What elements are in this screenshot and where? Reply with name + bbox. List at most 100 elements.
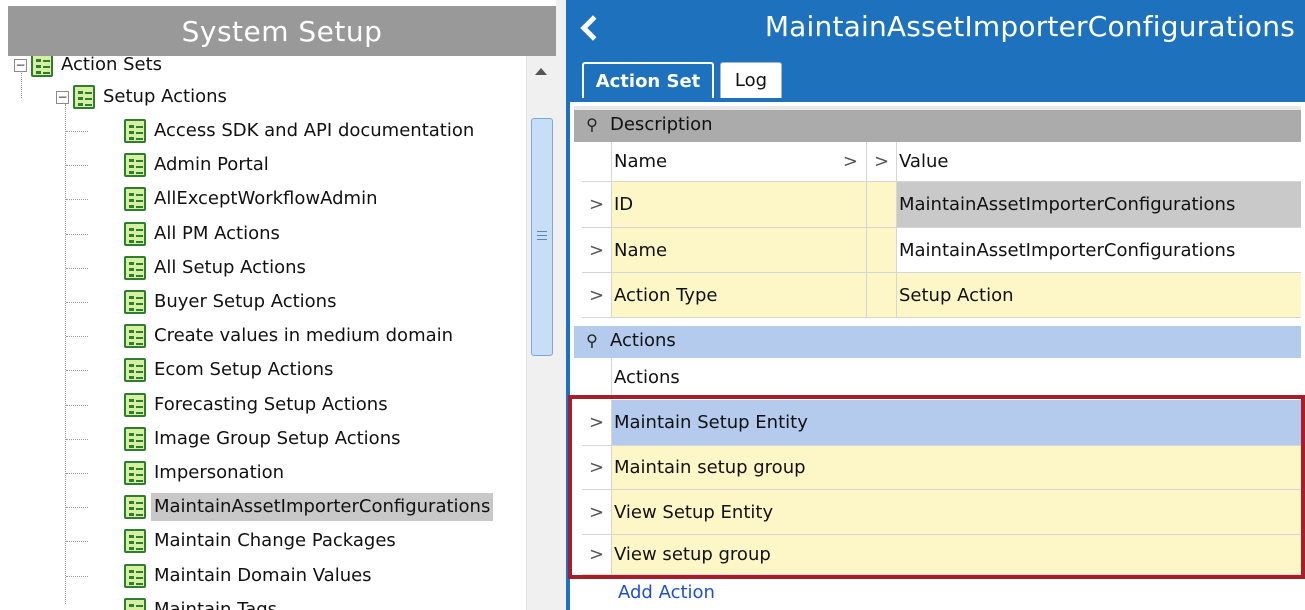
back-chevron-icon[interactable] <box>578 14 602 42</box>
chevron-right-icon[interactable]: > <box>582 273 612 317</box>
action-set-icon <box>124 187 146 211</box>
action-row[interactable]: > View Setup Entity <box>582 490 1301 535</box>
tree-item-label: Maintain Domain Values <box>154 565 372 586</box>
tab-log[interactable]: Log <box>720 62 782 98</box>
tree-connector <box>66 370 88 371</box>
tree-connector <box>66 234 88 235</box>
scroll-up-arrow-icon[interactable] <box>535 68 547 75</box>
scrollbar-thumb[interactable] <box>531 118 553 356</box>
action-row[interactable]: > View setup group <box>582 535 1301 575</box>
tree-item[interactable]: All PM Actions <box>124 219 283 249</box>
row-spacer <box>867 273 897 317</box>
action-label[interactable]: View Setup Entity <box>612 490 1301 534</box>
tree-item-label: Admin Portal <box>154 154 269 175</box>
tree-node-setup-actions[interactable]: − Setup Actions <box>56 82 230 112</box>
action-set-icon <box>124 153 146 177</box>
name-column-header[interactable]: Name > <box>612 142 867 181</box>
tree-connector <box>66 336 88 337</box>
action-set-icon <box>124 358 146 382</box>
pin-icon[interactable]: ⚲ <box>582 115 602 134</box>
actions-column-title[interactable]: Actions <box>612 358 1301 397</box>
chevron-right-icon[interactable]: > <box>867 142 897 181</box>
description-row-action-type[interactable]: > Action Type Setup Action <box>582 273 1301 318</box>
collapse-icon[interactable]: − <box>14 58 27 72</box>
tree-item[interactable]: Access SDK and API documentation <box>124 116 477 146</box>
tree-connector <box>65 104 66 604</box>
tree-connector <box>66 131 88 132</box>
row-value: MaintainAssetImporterConfigurations <box>897 182 1301 227</box>
add-action-link[interactable]: Add Action <box>618 582 715 603</box>
tree-item-label: All Setup Actions <box>154 257 306 278</box>
chevron-right-icon[interactable]: > <box>582 228 612 272</box>
pane-splitter[interactable] <box>556 0 566 610</box>
tree-item[interactable]: Maintain Tags <box>124 595 280 610</box>
action-set-icon <box>124 222 146 246</box>
row-name: ID <box>612 182 867 227</box>
actions-group-header[interactable]: ⚲ Actions <box>574 322 1301 358</box>
chevron-right-icon[interactable]: > <box>582 490 612 534</box>
description-group-header[interactable]: ⚲ Description <box>574 106 1301 142</box>
description-row-name[interactable]: > Name MaintainAssetImporterConfiguratio… <box>582 228 1301 273</box>
action-row[interactable]: > Maintain Setup Entity <box>582 400 1301 446</box>
tree-connector <box>66 473 88 474</box>
collapse-icon[interactable]: − <box>56 90 69 104</box>
action-set-icon <box>124 598 146 610</box>
tree-item[interactable]: Impersonation <box>124 458 287 488</box>
tree-item-label: Access SDK and API documentation <box>154 120 475 141</box>
action-set-icon <box>124 324 146 348</box>
tree-connector <box>66 302 88 303</box>
tree-scrollbar[interactable] <box>526 56 556 610</box>
row-indicator <box>582 142 612 181</box>
action-set-icon <box>31 53 53 77</box>
value-column-header[interactable]: Value <box>897 142 1301 181</box>
row-value[interactable]: MaintainAssetImporterConfigurations <box>897 228 1301 272</box>
action-set-icon <box>124 393 146 417</box>
tree-item-label: Image Group Setup Actions <box>154 428 401 449</box>
tree-connector <box>66 165 88 166</box>
tree-item[interactable]: Admin Portal <box>124 150 272 180</box>
action-label[interactable]: Maintain setup group <box>612 446 1301 489</box>
tab-underline <box>570 98 1305 102</box>
tree-item-label: All PM Actions <box>154 223 280 244</box>
tree-item[interactable]: Image Group Setup Actions <box>124 424 403 454</box>
chevron-right-icon[interactable]: > <box>582 400 612 445</box>
tree-item[interactable]: Forecasting Setup Actions <box>124 390 391 420</box>
tree-item-label: Create values in medium domain <box>154 325 454 346</box>
tree-item[interactable]: Buyer Setup Actions <box>124 287 339 317</box>
action-label[interactable]: Maintain Setup Entity <box>612 400 1301 445</box>
tree-item-label: Maintain Change Packages <box>154 530 396 551</box>
tree-connector <box>66 507 88 508</box>
tree-item[interactable]: Maintain Change Packages <box>124 526 399 556</box>
detail-header: MaintainAssetImporterConfigurations <box>570 0 1305 56</box>
tree-item-label: Ecom Setup Actions <box>154 359 334 380</box>
tree-item[interactable]: Maintain Domain Values <box>124 561 375 591</box>
tree-item[interactable]: Ecom Setup Actions <box>124 355 336 385</box>
system-setup-pane: − Action Sets − Setup Actions Access SDK… <box>0 0 556 610</box>
tree-item-label: Maintain Tags <box>154 599 278 610</box>
action-label[interactable]: View setup group <box>612 535 1301 574</box>
pin-icon[interactable]: ⚲ <box>582 331 602 350</box>
row-name: Action Type <box>612 273 867 317</box>
action-sets-tree: − Action Sets − Setup Actions Access SDK… <box>0 0 524 610</box>
tab-action-set[interactable]: Action Set <box>582 62 714 98</box>
tree-item[interactable]: MaintainAssetImporterConfigurations <box>124 492 494 522</box>
pane-title: System Setup <box>8 6 556 56</box>
action-set-icon <box>124 564 146 588</box>
description-row-id[interactable]: > ID MaintainAssetImporterConfigurations <box>582 182 1301 228</box>
tree-item[interactable]: Create values in medium domain <box>124 321 456 351</box>
tree-item-label: Impersonation <box>154 462 285 483</box>
tree-connector <box>66 268 88 269</box>
tree-item[interactable]: All Setup Actions <box>124 253 309 283</box>
tree-connector <box>66 199 88 200</box>
group-title: Description <box>610 113 713 135</box>
page-title: MaintainAssetImporterConfigurations <box>764 10 1295 43</box>
tab-bar: Action Set Log <box>570 56 1305 100</box>
chevron-right-icon[interactable]: > <box>582 182 612 227</box>
action-row[interactable]: > Maintain setup group <box>582 446 1301 490</box>
tree-connector <box>66 405 88 406</box>
chevron-right-icon[interactable]: > <box>582 535 612 574</box>
tree-item[interactable]: AllExceptWorkflowAdmin <box>124 184 381 214</box>
tree-item-label: MaintainAssetImporterConfigurations <box>151 493 494 521</box>
action-set-detail-pane: MaintainAssetImporterConfigurations Acti… <box>570 0 1305 610</box>
chevron-right-icon[interactable]: > <box>582 446 612 489</box>
